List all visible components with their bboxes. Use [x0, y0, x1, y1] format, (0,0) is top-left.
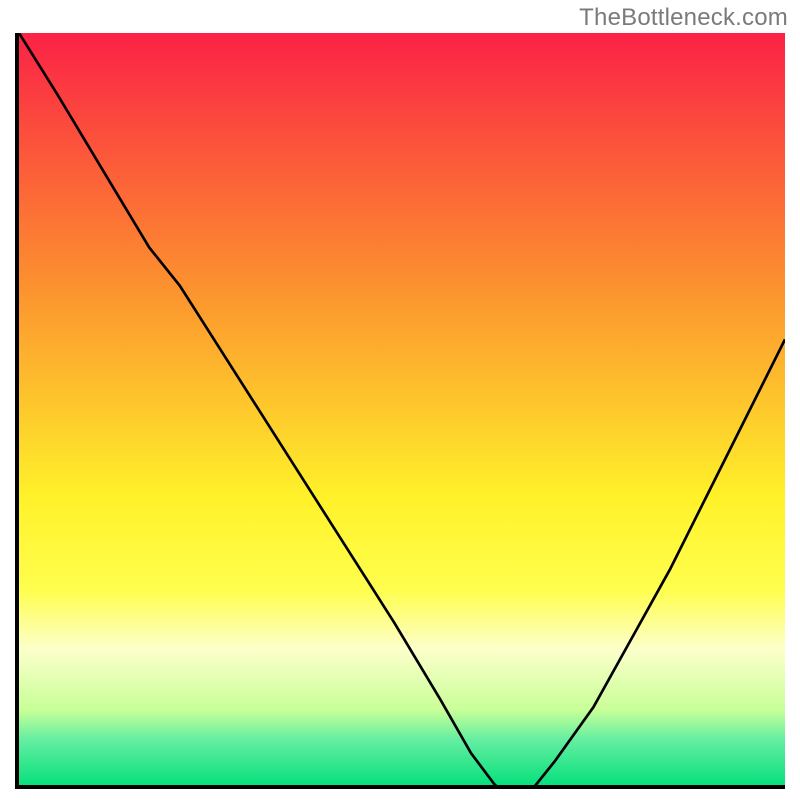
watermark-text: TheBottleneck.com [579, 4, 788, 32]
marker-rect [505, 787, 528, 789]
chart-background-gradient [19, 33, 785, 785]
chart-axes-frame [15, 33, 785, 789]
